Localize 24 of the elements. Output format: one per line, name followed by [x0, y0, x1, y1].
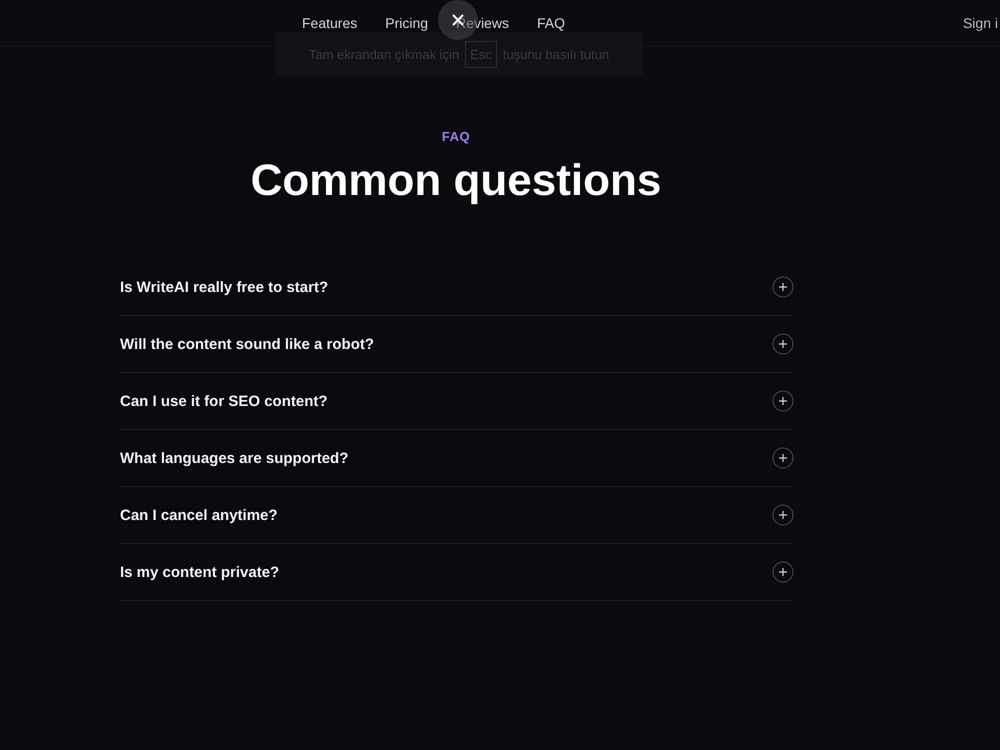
- nav-link[interactable]: FAQ: [536, 15, 565, 31]
- faq-item[interactable]: Will the content sound like a robot?: [120, 316, 794, 373]
- faq-item[interactable]: Is my content private?: [120, 544, 794, 601]
- faq-item[interactable]: Is WriteAI really free to start?: [120, 259, 794, 316]
- plus-icon: [772, 333, 794, 355]
- question-text: Is my content private?: [120, 564, 280, 580]
- plus-icon: [772, 276, 794, 298]
- nav-link[interactable]: Features: [302, 15, 358, 31]
- question-text: What languages are supported?: [120, 450, 348, 466]
- plus-icon: [772, 447, 794, 469]
- question-text: Will the content sound like a robot?: [120, 336, 374, 352]
- plus-icon: [772, 390, 794, 412]
- plus-icon: [772, 504, 794, 526]
- faq-item[interactable]: Can I cancel anytime?: [120, 487, 794, 544]
- faq-item[interactable]: What languages are supported?: [120, 430, 794, 487]
- plus-icon: [772, 561, 794, 583]
- sign-in-link[interactable]: Sign i: [962, 15, 998, 31]
- nav-link[interactable]: Pricing: [385, 15, 428, 31]
- faq-item[interactable]: Can I use it for SEO content?: [120, 373, 794, 430]
- question-text: Is WriteAI really free to start?: [120, 278, 328, 296]
- question-text: Can I use it for SEO content?: [120, 392, 328, 410]
- section-label: FAQ: [440, 129, 472, 144]
- question-text: Can I cancel anytime?: [120, 506, 278, 524]
- section-title: Common questions: [250, 156, 662, 206]
